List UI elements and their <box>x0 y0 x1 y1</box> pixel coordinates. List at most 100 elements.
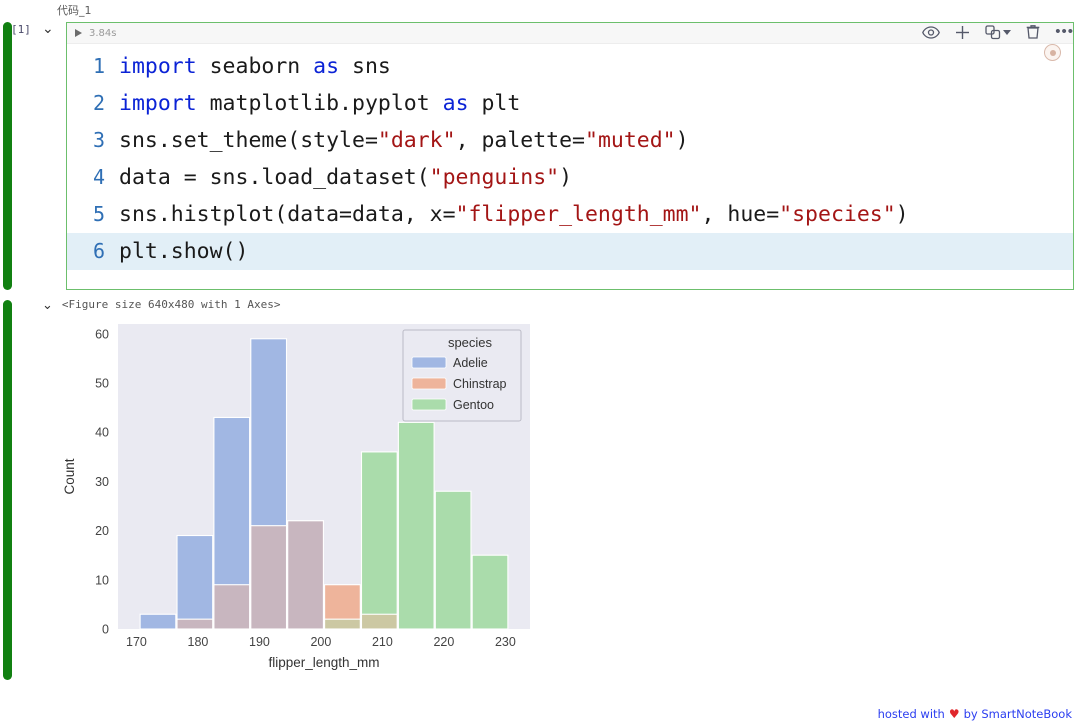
line-number: 1 <box>92 54 105 78</box>
execution-count-label: [1] <box>11 23 31 36</box>
code-token: plt <box>468 91 521 116</box>
x-tick-label: 180 <box>188 635 209 649</box>
code-token: "species" <box>779 202 896 227</box>
code-editor[interactable]: 1 import seaborn as sns 2 import matplotlib… <box>67 44 1073 270</box>
code-token: , palette= <box>455 128 586 153</box>
code-token: ) <box>895 202 909 227</box>
y-axis: 0 10 20 30 40 50 60 Count <box>62 327 109 636</box>
code-text: import matplotlib.pyplot as plt <box>119 85 1073 122</box>
line-number: 6 <box>92 239 105 263</box>
split-cell-icon[interactable] <box>985 24 1012 40</box>
code-cell[interactable]: 3.84s 1 import seaborn as sns 2 import matp… <box>66 22 1074 290</box>
histogram-bar <box>213 584 251 630</box>
code-text: plt.show() <box>119 233 1073 270</box>
x-axis: 170 180 190 200 210 220 230 flipper_length_mm <box>126 635 516 670</box>
play-icon[interactable] <box>75 29 82 37</box>
chevron-down-icon[interactable] <box>1003 29 1012 35</box>
y-tick-label: 0 <box>102 623 109 637</box>
code-token: sns.set_theme(style= <box>119 128 378 153</box>
legend-label: Chinstrap <box>453 377 507 391</box>
x-tick-label: 230 <box>495 635 516 649</box>
code-token: "penguins" <box>429 165 560 190</box>
heart-icon: ♥ <box>948 707 960 721</box>
code-line[interactable]: 5 sns.histplot(data=data, x="flipper_leng… <box>67 196 1073 233</box>
code-token: as <box>442 91 469 116</box>
code-token: "muted" <box>585 128 676 153</box>
legend-swatch <box>411 356 447 369</box>
legend-swatch <box>411 377 447 390</box>
x-tick-label: 190 <box>249 635 270 649</box>
execution-time-label: 3.84s <box>89 27 117 39</box>
code-token: ) <box>675 128 689 153</box>
code-token: "flipper_length_mm" <box>455 202 702 227</box>
more-options-icon[interactable]: ••• <box>1055 24 1074 39</box>
code-token: sns <box>339 54 391 79</box>
histogram-bar <box>397 421 435 630</box>
footer-attribution: hosted with ♥ by SmartNoteBook <box>878 707 1072 721</box>
cell-toolbar: ••• <box>922 24 1074 40</box>
histogram-bar <box>287 520 324 630</box>
code-token: matplotlib.pyplot <box>196 91 443 116</box>
matplotlib-figure-output: 170 180 190 200 210 220 230 flipper_length_mm 0 1… <box>20 312 580 682</box>
y-axis-label: Count <box>62 458 77 494</box>
avatar[interactable] <box>1044 44 1061 61</box>
line-number: 2 <box>92 91 105 115</box>
y-tick-label: 10 <box>95 573 109 587</box>
output-cell-indicator-bar <box>3 300 12 680</box>
code-token: plt.show() <box>119 239 249 264</box>
code-text: import seaborn as sns <box>119 48 1073 85</box>
code-token: seaborn <box>196 54 314 79</box>
code-token: data = sns.load_dataset( <box>119 165 430 190</box>
line-number: 3 <box>92 128 105 152</box>
histogram-bar <box>250 525 288 630</box>
code-token: sns.histplot(data=data, x= <box>119 202 456 227</box>
delete-cell-icon[interactable] <box>1026 24 1040 40</box>
line-number: 5 <box>92 202 105 226</box>
code-text: sns.histplot(data=data, x="flipper_lengt… <box>119 196 1073 233</box>
y-tick-label: 60 <box>95 327 109 341</box>
code-line[interactable]: 1 import seaborn as sns <box>67 48 1073 85</box>
cell-name-label: 代码_1 <box>57 4 92 17</box>
code-token: ) <box>559 165 573 190</box>
x-tick-label: 220 <box>433 635 454 649</box>
legend-label: Gentoo <box>453 398 494 412</box>
histogram-bar <box>139 613 177 630</box>
histogram-bar <box>176 534 214 630</box>
line-number: 4 <box>92 165 105 189</box>
y-tick-label: 50 <box>95 377 109 391</box>
legend-label: Adelie <box>453 356 488 370</box>
code-text: data = sns.load_dataset("penguins") <box>119 159 1073 196</box>
figure-repr-label: <Figure size 640x480 with 1 Axes> <box>61 298 281 311</box>
code-token: as <box>313 54 340 79</box>
legend-swatch <box>411 398 447 411</box>
code-cell-indicator-bar <box>3 22 12 290</box>
footer-suffix: by SmartNoteBook <box>963 707 1072 721</box>
y-tick-label: 40 <box>95 426 109 440</box>
y-tick-label: 20 <box>95 524 109 538</box>
histogram-bar <box>176 618 214 630</box>
output-header: ⌄ <Figure size 640x480 with 1 Axes> <box>42 298 280 311</box>
histogram-bar <box>471 554 509 630</box>
code-line[interactable]: 2 import matplotlib.pyplot as plt <box>67 85 1073 122</box>
code-token: "dark" <box>377 128 456 153</box>
histogram-bar <box>324 618 361 630</box>
histogram-bar <box>434 490 472 630</box>
y-tick-label: 30 <box>95 475 109 489</box>
x-axis-label: flipper_length_mm <box>268 655 379 670</box>
visibility-eye-icon[interactable] <box>922 25 941 39</box>
code-token: , hue= <box>701 202 780 227</box>
footer-prefix: hosted with <box>877 707 945 721</box>
collapse-cell-chevron-down-icon[interactable]: ⌄ <box>42 21 54 35</box>
collapse-output-chevron-down-icon[interactable]: ⌄ <box>42 298 53 311</box>
add-cell-icon[interactable] <box>955 25 970 40</box>
x-tick-label: 210 <box>372 635 393 649</box>
avatar-inner-dot <box>1049 49 1056 56</box>
code-line[interactable]: 6 plt.show() <box>67 233 1073 270</box>
code-line[interactable]: 4 data = sns.load_dataset("penguins") <box>67 159 1073 196</box>
code-token: import <box>119 54 197 79</box>
chart-legend: species Adelie Chinstrap Gentoo <box>402 329 522 422</box>
code-line[interactable]: 3 sns.set_theme(style="dark", palette="mu… <box>67 122 1073 159</box>
x-tick-label: 200 <box>310 635 331 649</box>
code-token: import <box>119 91 197 116</box>
histogram-bar <box>360 613 398 630</box>
